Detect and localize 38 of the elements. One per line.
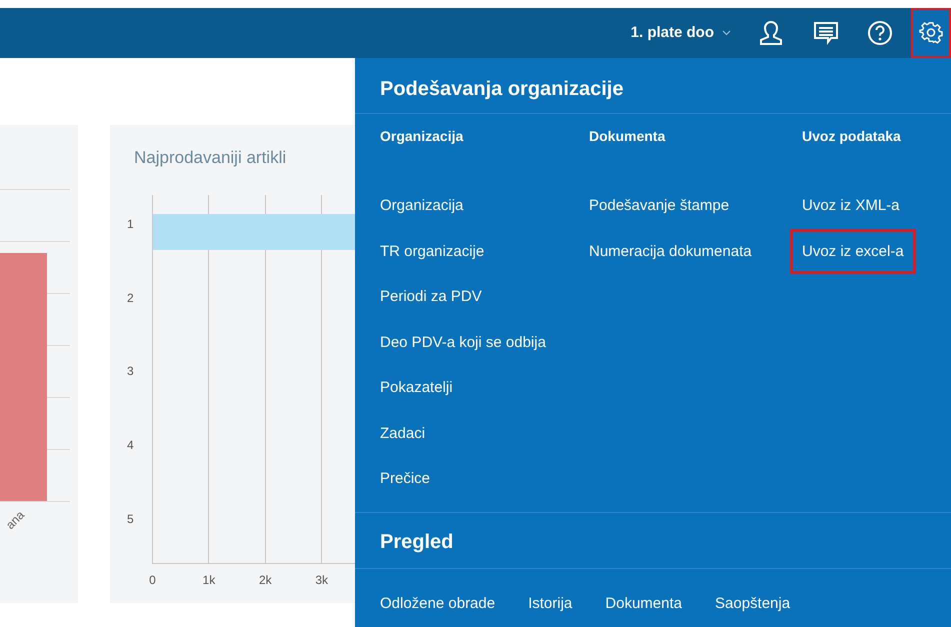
chart-title: Najprodavaniji artikli <box>134 147 286 169</box>
axis-label: 5 <box>127 510 134 528</box>
axis-label: 0 <box>149 572 156 589</box>
menu-link[interactable]: Zadaci <box>380 410 426 456</box>
overview-link[interactable]: Dokumenta <box>605 593 682 616</box>
panel-title: Podešavanja organizacije <box>380 77 624 102</box>
column-heading: Uvoz podataka <box>802 127 901 146</box>
menu-link[interactable]: Prečice <box>380 456 430 502</box>
axis-label: ana <box>2 506 28 534</box>
menu-link[interactable]: Deo PDV-a koji se odbija <box>380 320 546 365</box>
menu-link[interactable]: Uvoz iz excel-a <box>790 228 916 274</box>
menu-link[interactable]: TR organizacije <box>380 228 484 274</box>
axis-label: 4 <box>127 437 134 454</box>
menu-link[interactable]: Podešavanje štampe <box>589 183 730 228</box>
organization-dropdown[interactable]: 1. plate doo <box>630 22 731 44</box>
menu-link[interactable]: Organizacija <box>380 183 464 228</box>
overview-link[interactable]: Istorija <box>528 593 572 616</box>
menu-link[interactable]: Numeracija dokumenata <box>589 228 752 274</box>
menu-link[interactable]: Periodi za PDV <box>380 274 482 320</box>
column-heading: Dokumenta <box>589 127 666 146</box>
settings-button[interactable] <box>911 8 951 58</box>
help-icon[interactable] <box>867 20 893 46</box>
chevron-down-icon <box>722 30 731 36</box>
axis-label: 2k <box>258 572 272 589</box>
axis-label: 3 <box>127 363 134 380</box>
section-title: Pregled <box>380 530 454 555</box>
axis-label: 3k <box>315 572 328 589</box>
overview-link[interactable]: Odložene obrade <box>380 593 496 616</box>
menu-link[interactable]: Uvoz iz XML-a <box>802 183 900 228</box>
user-icon[interactable] <box>759 20 783 46</box>
column-heading: Organizacija <box>380 127 464 146</box>
message-icon[interactable] <box>813 21 839 45</box>
axis-label: 1 <box>127 216 134 233</box>
settings-icon <box>919 21 943 45</box>
axis-label: 2 <box>127 290 134 307</box>
axis-label: 1k <box>202 572 216 589</box>
overview-link[interactable]: Saopštenja <box>715 593 790 616</box>
menu-link[interactable]: Pokazatelji <box>380 365 453 410</box>
